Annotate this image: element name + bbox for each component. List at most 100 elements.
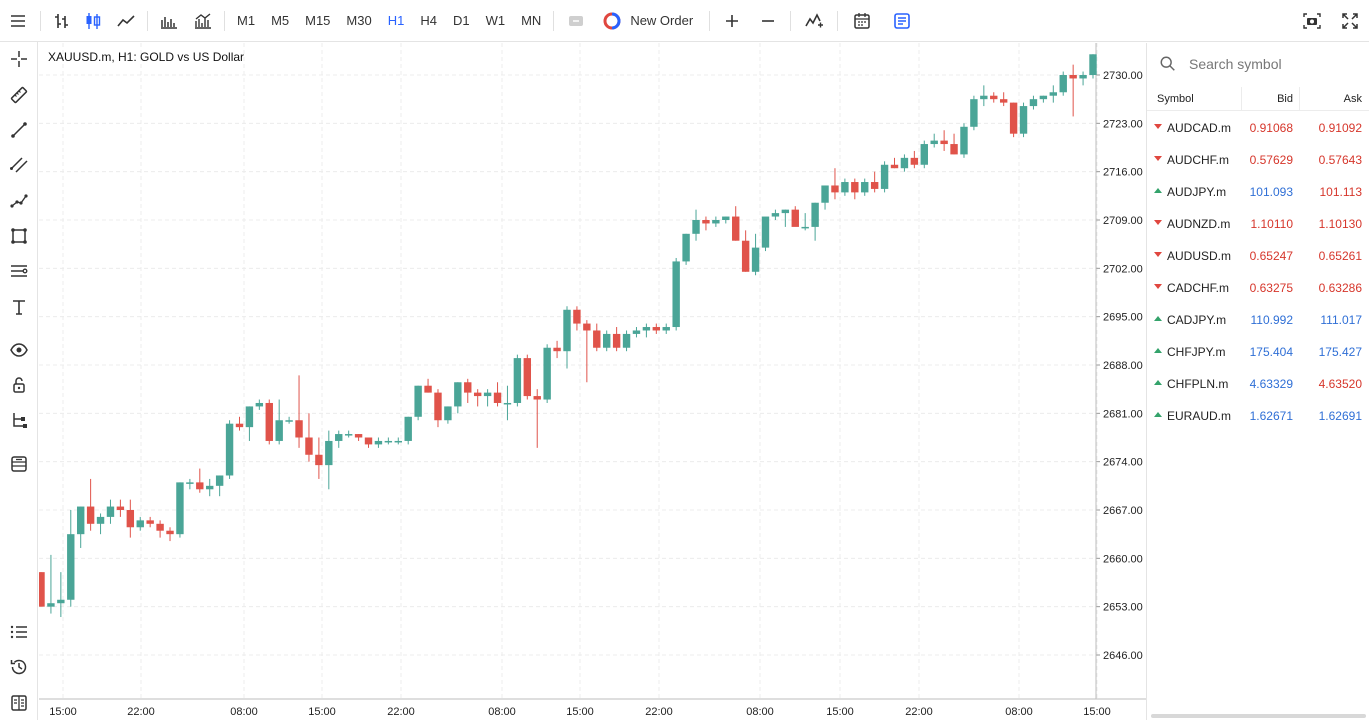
candle-body (632, 330, 641, 334)
market-watch-panel: Symbol Bid Ask AUDCAD.m0.910680.91092AUD… (1146, 43, 1369, 720)
candle-body (1079, 75, 1087, 79)
candle-body (870, 182, 879, 189)
timeframe-h1[interactable]: H1 (380, 0, 413, 42)
timeframe-d1[interactable]: D1 (445, 0, 478, 42)
drawing-tools-bar (0, 42, 38, 720)
candlestick-chart[interactable]: 15:00 22:00 08:00 15:00 22:00 08:00 15:00 22:00… (39, 43, 1146, 720)
lock-icon[interactable] (0, 368, 38, 402)
candle-body (344, 434, 353, 436)
menu-icon[interactable] (0, 0, 36, 42)
horizontal-scrollbar[interactable] (1151, 714, 1366, 718)
y-tick-label: 2674.00 (1103, 457, 1143, 469)
candle-body (722, 216, 730, 220)
y-tick-label: 2688.00 (1103, 360, 1143, 372)
indicators-icon[interactable] (186, 0, 220, 42)
timeframe-m30[interactable]: M30 (338, 0, 379, 42)
zoom-out-icon[interactable] (750, 0, 786, 42)
candle-body (712, 220, 720, 224)
fibonacci-icon[interactable] (0, 254, 38, 288)
symbol-row[interactable]: AUDNZD.m 1.10110 1.10130 (1147, 208, 1369, 240)
search-icon[interactable] (1159, 55, 1177, 73)
history-icon[interactable] (0, 650, 38, 684)
line-chart-type-icon[interactable] (109, 0, 143, 42)
symbol-name: AUDCHF.m (1167, 153, 1229, 167)
timeframe-m1[interactable]: M1 (229, 0, 263, 42)
candle-body (146, 520, 154, 524)
candlestick-chart-type-icon[interactable] (77, 0, 109, 42)
symbol-name: AUDNZD.m (1167, 217, 1231, 231)
symbol-column-header[interactable]: Symbol (1157, 93, 1194, 105)
trend-line-icon[interactable] (0, 113, 38, 147)
timeframe-m5[interactable]: M5 (263, 0, 297, 42)
candle-body (136, 520, 144, 528)
symbol-row[interactable]: EURAUD.m 1.62671 1.62691 (1147, 400, 1369, 432)
arrow-up-icon (1154, 316, 1162, 321)
bid-column-header[interactable]: Bid (1277, 93, 1293, 105)
templates-icon[interactable] (882, 0, 922, 42)
journal-icon[interactable] (0, 686, 38, 720)
candle-body (1069, 75, 1077, 79)
candle-body (652, 327, 661, 331)
symbol-row[interactable]: AUDCHF.m 0.57629 0.57643 (1147, 144, 1369, 176)
crosshair-icon[interactable] (0, 42, 38, 76)
price-chart[interactable]: 15:00 22:00 08:00 15:00 22:00 08:00 15:00 22:00… (39, 43, 1146, 720)
ruler-icon[interactable] (0, 78, 38, 112)
channel-icon[interactable] (0, 148, 38, 182)
fullscreen-icon[interactable] (1331, 0, 1369, 42)
ask-price: 0.65261 (1318, 249, 1362, 263)
x-tick-label: 15:00 (1083, 706, 1111, 718)
candle-body (473, 392, 482, 397)
text-tool-icon[interactable] (0, 290, 38, 324)
database-icon[interactable] (0, 447, 38, 481)
candle-body (861, 182, 869, 193)
ask-column-header[interactable]: Ask (1344, 93, 1362, 105)
order-list-icon[interactable] (0, 615, 38, 649)
x-tick-label: 15:00 (308, 706, 336, 718)
bid-price: 101.093 (1249, 185, 1293, 199)
candle-body (1029, 99, 1038, 107)
y-tick-label: 2730.00 (1103, 70, 1143, 82)
candle-body (841, 182, 849, 193)
symbol-row[interactable]: CADCHF.m 0.63275 0.63286 (1147, 272, 1369, 304)
ask-price: 175.427 (1318, 345, 1362, 359)
y-tick-label: 2681.00 (1103, 408, 1143, 420)
timeframe-m15[interactable]: M15 (297, 0, 338, 42)
symbol-row[interactable]: AUDCAD.m 0.91068 0.91092 (1147, 112, 1369, 144)
shapes-icon[interactable] (0, 219, 38, 253)
object-tree-icon[interactable] (0, 403, 38, 437)
new-order-button[interactable]: New Order (594, 0, 705, 42)
candle-body (930, 140, 938, 145)
volume-icon[interactable] (152, 0, 186, 42)
candle-body (563, 309, 571, 352)
eye-icon[interactable] (0, 333, 38, 367)
candle-body (662, 327, 670, 331)
chart-indicator-icon[interactable] (795, 0, 833, 42)
symbol-row[interactable]: CADJPY.m 110.992 111.017 (1147, 304, 1369, 336)
candle-body (543, 347, 551, 400)
polyline-icon[interactable] (0, 183, 38, 217)
bar-chart-type-icon[interactable] (45, 0, 77, 42)
candle-body (315, 454, 323, 466)
candle-body (573, 309, 581, 324)
symbol-row[interactable]: AUDUSD.m 0.65247 0.65261 (1147, 240, 1369, 272)
candle-body (851, 182, 859, 193)
symbol-row[interactable]: CHFJPY.m 175.404 175.427 (1147, 336, 1369, 368)
bid-price: 1.62671 (1249, 409, 1293, 423)
screenshot-icon[interactable] (1293, 0, 1331, 42)
candle-body (57, 599, 65, 604)
search-input[interactable] (1189, 56, 1359, 72)
timeframe-w1[interactable]: W1 (478, 0, 514, 42)
zoom-in-icon[interactable] (714, 0, 750, 42)
toolbar-divider (837, 10, 839, 31)
arrow-down-icon (1154, 156, 1162, 161)
calendar-icon[interactable] (842, 0, 882, 42)
candle-body (394, 440, 402, 443)
candle-body (732, 216, 740, 241)
timeframe-h4[interactable]: H4 (412, 0, 445, 42)
candle-body (434, 392, 442, 421)
timeframe-mn[interactable]: MN (513, 0, 549, 42)
candle-body (1049, 92, 1058, 96)
symbol-row[interactable]: AUDJPY.m 101.093 101.113 (1147, 176, 1369, 208)
one-click-trading-icon[interactable] (558, 0, 594, 42)
symbol-row[interactable]: CHFPLN.m 4.63329 4.63520 (1147, 368, 1369, 400)
